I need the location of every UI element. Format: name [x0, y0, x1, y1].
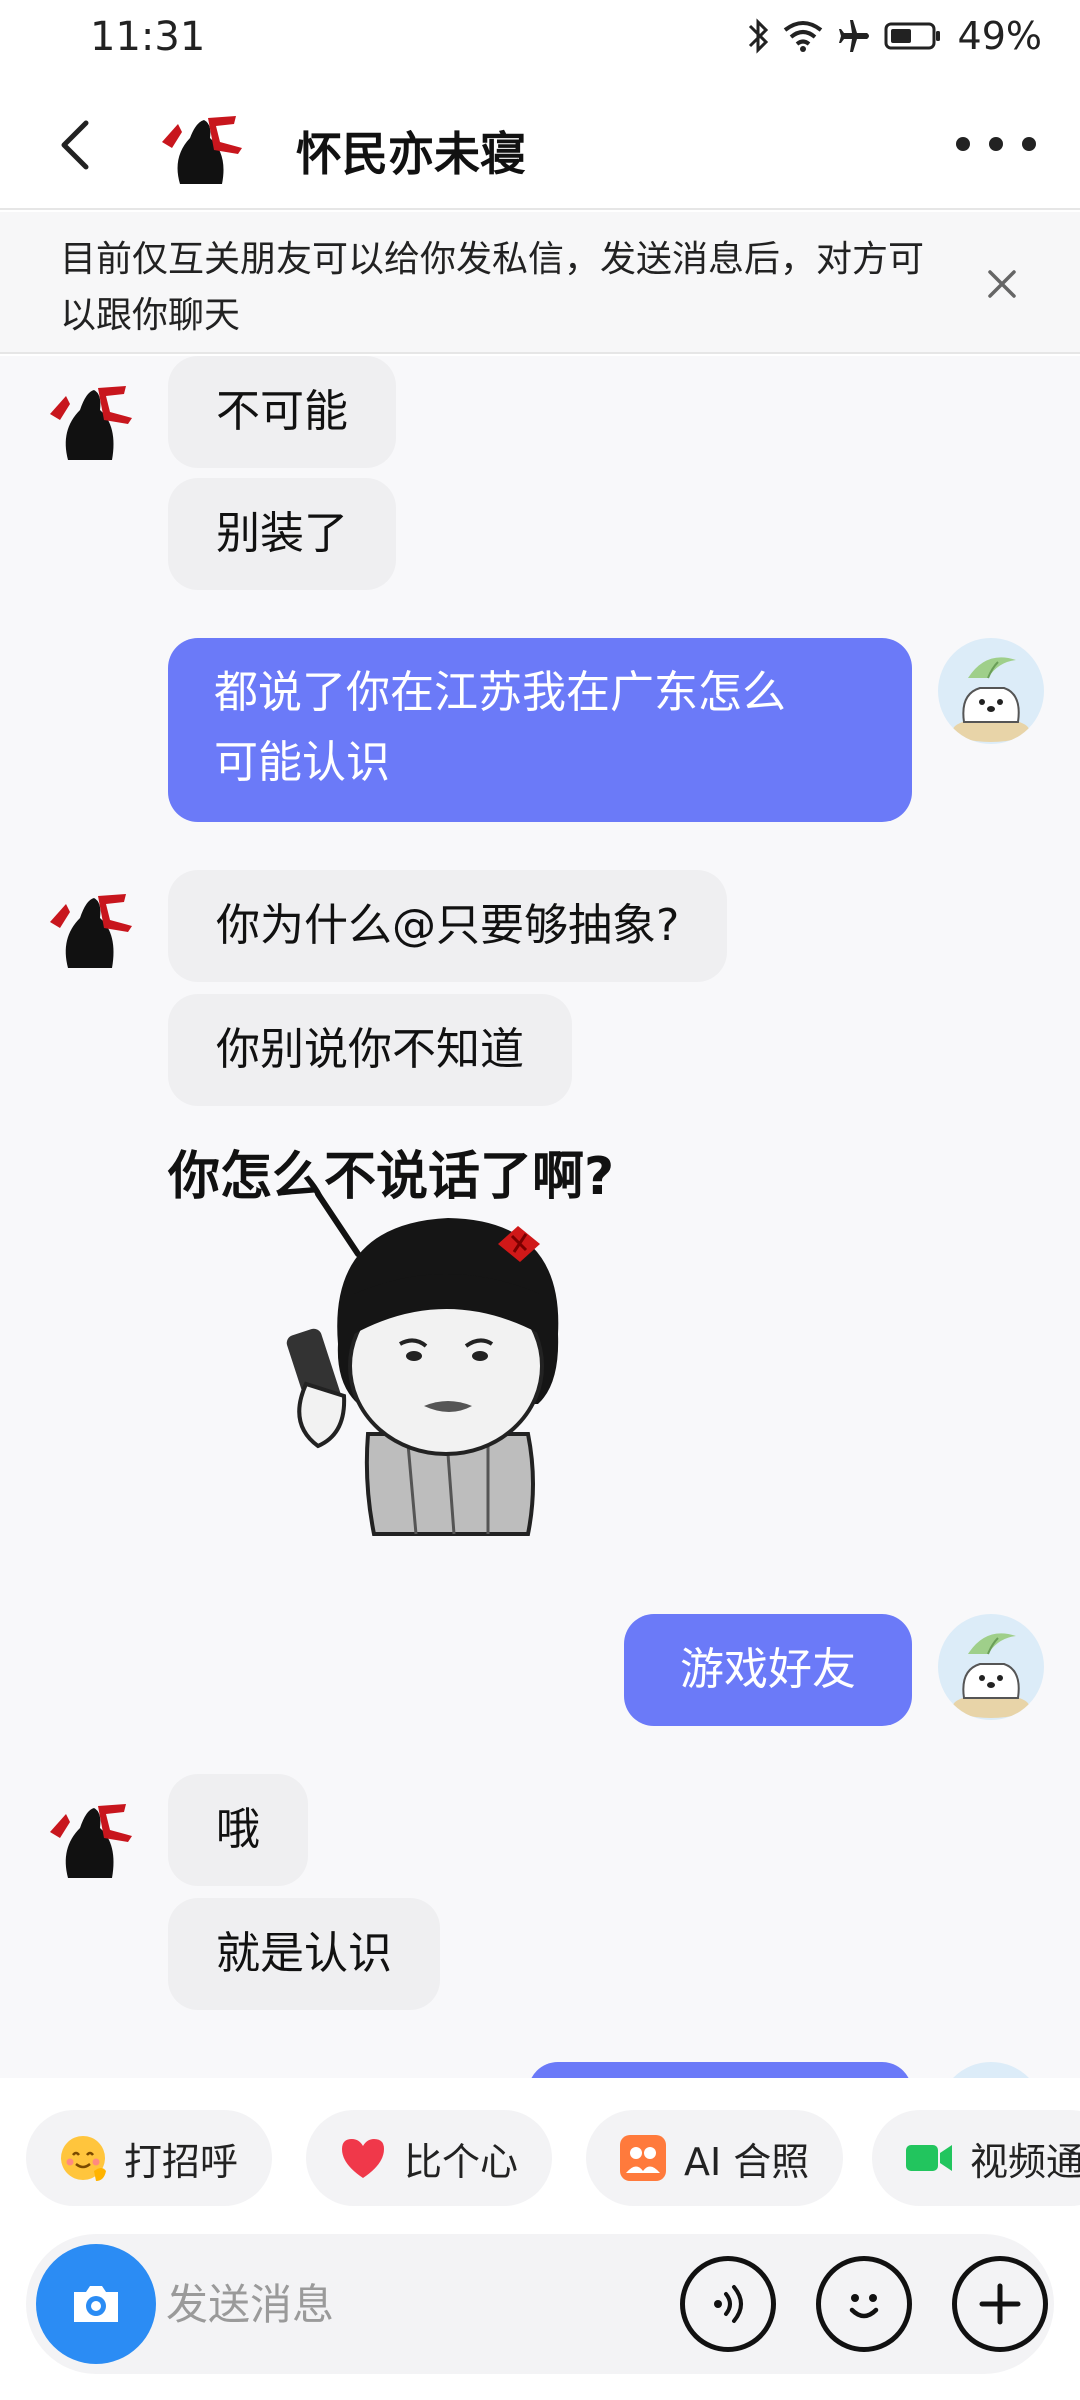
- outgoing-message[interactable]: 都说了你在江苏我在广东怎么 可能认识: [168, 638, 912, 822]
- incoming-message[interactable]: 不可能: [168, 356, 396, 468]
- incoming-message[interactable]: 别装了: [168, 478, 396, 590]
- my-avatar[interactable]: [938, 2062, 1044, 2078]
- emoji-icon: [849, 2294, 879, 2319]
- add-button[interactable]: [952, 2256, 1048, 2352]
- status-time: 11:31: [90, 14, 206, 60]
- meme-face-icon: [286, 1191, 559, 1536]
- message-composer: [26, 2234, 1054, 2374]
- incoming-message[interactable]: 哦: [168, 1774, 308, 1886]
- quick-action-video-call[interactable]: 视频通: [872, 2110, 1080, 2206]
- message-line: 可能认识: [214, 737, 390, 788]
- more-options-button[interactable]: [956, 124, 1036, 164]
- battery-icon: [884, 21, 942, 51]
- quick-action-label: 打招呼: [124, 2139, 239, 2184]
- airplane-mode-icon: [836, 18, 872, 54]
- incoming-message[interactable]: 你别说你不知道: [168, 994, 572, 1106]
- chat-header: 怀民亦未寝: [0, 80, 1080, 210]
- quick-action-label: AI 合照: [684, 2139, 810, 2184]
- bluetooth-icon: [746, 16, 770, 56]
- ai-photo-icon: [616, 2131, 670, 2185]
- more-dot: [1022, 137, 1036, 151]
- quick-actions-bar: 打招呼 比个心 AI 合照 视频通: [0, 2080, 1080, 2230]
- emoji-button[interactable]: [816, 2256, 912, 2352]
- camera-button[interactable]: [36, 2244, 156, 2364]
- status-icons: 49%: [746, 14, 1042, 58]
- contact-avatar[interactable]: [40, 876, 140, 976]
- quick-action-greet[interactable]: 打招呼: [26, 2110, 273, 2206]
- message-line: 都说了你在江苏我在广东怎么: [214, 667, 786, 718]
- battery-percent: 49%: [957, 14, 1042, 58]
- message-list[interactable]: 不可能 别装了 都说了你在江苏我在广东怎么 可能认识 你为什么@只要够抽象? 你…: [0, 356, 1080, 2078]
- contact-avatar[interactable]: [40, 368, 140, 468]
- message-input[interactable]: [166, 2266, 646, 2342]
- incoming-message[interactable]: 就是认识: [168, 1898, 440, 2010]
- voice-waves-icon: [714, 2285, 743, 2323]
- contact-name: 怀民亦未寝: [296, 127, 526, 181]
- privacy-notice: 目前仅互关朋友可以给你发私信，发送消息后，对方可以跟你聊天: [0, 212, 1080, 354]
- notice-close-button[interactable]: [974, 256, 1030, 312]
- quick-action-label: 比个心: [404, 2139, 519, 2184]
- incoming-message[interactable]: 你为什么@只要够抽象?: [168, 870, 728, 982]
- more-dot: [956, 137, 970, 151]
- quick-action-label: 视频通: [970, 2139, 1080, 2184]
- more-dot: [989, 137, 1003, 151]
- voice-button[interactable]: [680, 2256, 776, 2352]
- close-icon: [988, 270, 1016, 298]
- contact-avatar[interactable]: [150, 102, 250, 192]
- quick-action-ai-photo[interactable]: AI 合照: [586, 2110, 844, 2206]
- my-avatar[interactable]: [938, 1614, 1044, 1720]
- my-avatar[interactable]: [938, 638, 1044, 744]
- status-bar: 11:31 49%: [0, 0, 1080, 80]
- camera-icon: [74, 2286, 118, 2322]
- video-call-icon: [902, 2131, 956, 2185]
- waving-emoji-icon: [56, 2131, 110, 2185]
- outgoing-message[interactable]: 游戏好友: [624, 1614, 912, 1726]
- outgoing-message-partial[interactable]: [528, 2062, 912, 2078]
- chevron-left-icon: [61, 120, 89, 170]
- quick-action-heart[interactable]: 比个心: [306, 2110, 553, 2206]
- wifi-icon: [782, 18, 824, 54]
- notice-text: 目前仅互关朋友可以给你发私信，发送消息后，对方可以跟你聊天: [60, 239, 925, 336]
- plus-icon: [979, 2283, 1021, 2325]
- heart-icon: [336, 2131, 390, 2185]
- back-button[interactable]: [44, 110, 104, 180]
- sticker-message[interactable]: 你怎么不说话了啊?: [168, 1134, 698, 1574]
- contact-avatar[interactable]: [40, 1786, 140, 1886]
